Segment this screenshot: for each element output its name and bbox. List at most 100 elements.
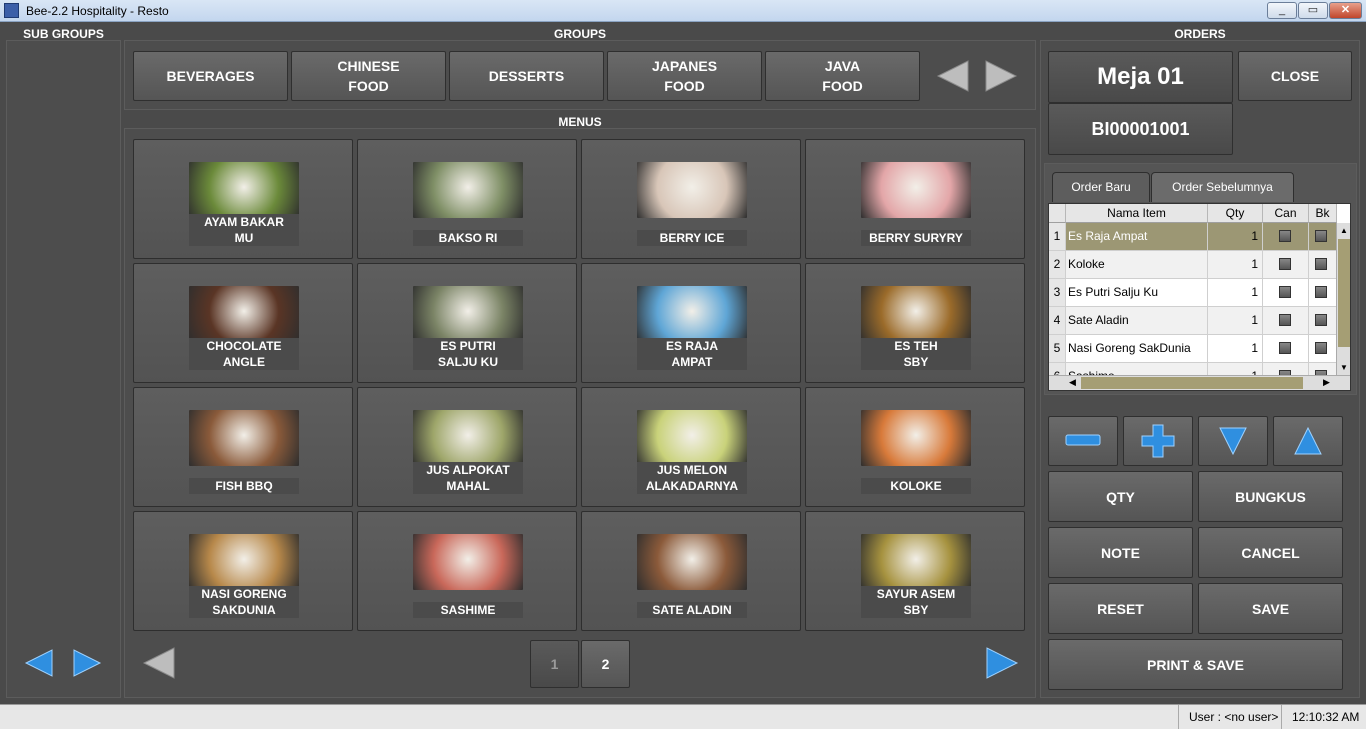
cancel-checkbox[interactable] <box>1279 230 1291 242</box>
column-header-can[interactable]: Can <box>1263 204 1309 223</box>
status-user: User : <no user> <box>1189 710 1279 724</box>
menu-item-bakso-ri[interactable]: BAKSO RI <box>357 139 577 259</box>
order-row[interactable]: 4 Sate Aladin 1 <box>1049 307 1337 335</box>
menus-title: MENUS <box>558 115 602 129</box>
page-1-button[interactable]: 1 <box>530 640 579 688</box>
row-number: 4 <box>1049 307 1066 334</box>
bungkus-checkbox[interactable] <box>1315 230 1327 242</box>
menu-item-photo <box>861 534 971 590</box>
menu-item-berry-suryry[interactable]: BERRY SURYRY <box>805 139 1025 259</box>
column-header-qty[interactable]: Qty <box>1208 204 1263 223</box>
arrow-right-icon <box>73 649 102 677</box>
column-header-bk[interactable]: Bk <box>1309 204 1337 223</box>
move-up-button[interactable] <box>1273 416 1343 466</box>
bungkus-checkbox[interactable] <box>1315 286 1327 298</box>
cancel-checkbox[interactable] <box>1279 258 1291 270</box>
arrow-up-icon <box>1294 426 1322 455</box>
menu-item-label: ES PUTRI SALJU KU <box>413 338 523 370</box>
close-button[interactable]: CLOSE <box>1238 51 1352 101</box>
qty-button[interactable]: QTY <box>1048 471 1193 522</box>
scroll-up-icon[interactable]: ▲ <box>1340 226 1348 235</box>
order-row[interactable]: 1 Es Raja Ampat 1 <box>1049 223 1337 251</box>
increase-button[interactable] <box>1123 416 1193 466</box>
cancel-checkbox[interactable] <box>1279 314 1291 326</box>
menu-item-ayam-bakar-mu[interactable]: AYAM BAKAR MU <box>133 139 353 259</box>
menu-item-sate-aladin[interactable]: SATE ALADIN <box>581 511 801 631</box>
arrow-left-icon <box>24 649 53 677</box>
groups-next-button[interactable] <box>984 59 1018 93</box>
menu-item-fish-bbq[interactable]: FISH BBQ <box>133 387 353 507</box>
row-qty: 1 <box>1208 223 1263 250</box>
menu-item-photo <box>413 534 523 590</box>
group-java-food-button[interactable]: JAVA FOOD <box>765 51 920 101</box>
menu-item-label: SASHIME <box>413 602 523 618</box>
cancel-checkbox[interactable] <box>1279 286 1291 298</box>
vertical-scroll-thumb[interactable] <box>1338 239 1350 347</box>
order-row[interactable]: 3 Es Putri Salju Ku 1 <box>1049 279 1337 307</box>
menu-item-es-raja-ampat[interactable]: ES RAJA AMPAT <box>581 263 801 383</box>
row-bungkus-cell <box>1309 223 1337 250</box>
reset-button[interactable]: RESET <box>1048 583 1193 634</box>
bungkus-button[interactable]: BUNGKUS <box>1198 471 1343 522</box>
subgroup-next-button[interactable] <box>72 648 102 678</box>
row-qty: 1 <box>1208 307 1263 334</box>
menu-item-es-teh-sby[interactable]: ES TEH SBY <box>805 263 1025 383</box>
arrow-right-icon <box>986 647 1019 679</box>
menu-item-jus-alpokat-mahal[interactable]: JUS ALPOKAT MAHAL <box>357 387 577 507</box>
groups-prev-button[interactable] <box>936 59 970 93</box>
maximize-button[interactable]: ▭ <box>1298 2 1328 19</box>
print-save-button[interactable]: PRINT & SAVE <box>1048 639 1343 690</box>
cancel-button[interactable]: CANCEL <box>1198 527 1343 578</box>
menu-item-jus-melon-alakadarnya[interactable]: JUS MELON ALAKADARNYA <box>581 387 801 507</box>
group-desserts-button[interactable]: DESSERTS <box>449 51 604 101</box>
menu-item-berry-ice[interactable]: BERRY ICE <box>581 139 801 259</box>
group-chinese-food-button[interactable]: CHINESE FOOD <box>291 51 446 101</box>
order-number-label: BI00001001 <box>1048 103 1233 155</box>
window-close-button[interactable]: ✕ <box>1329 2 1362 19</box>
arrow-left-icon <box>936 60 969 92</box>
menu-item-nasi-goreng-sakdunia[interactable]: NASI GORENG SAKDUNIA <box>133 511 353 631</box>
vertical-scrollbar[interactable]: ▲ ▼ <box>1336 223 1350 376</box>
move-down-button[interactable] <box>1198 416 1268 466</box>
menu-item-sayur-asem-sby[interactable]: SAYUR ASEM SBY <box>805 511 1025 631</box>
row-number: 2 <box>1049 251 1066 278</box>
menu-item-label: SATE ALADIN <box>637 602 747 618</box>
order-row[interactable]: 5 Nasi Goreng SakDunia 1 <box>1049 335 1337 363</box>
note-button[interactable]: NOTE <box>1048 527 1193 578</box>
minimize-button[interactable]: _ <box>1267 2 1297 19</box>
horizontal-scrollbar[interactable]: ◀ ▶ <box>1049 375 1350 390</box>
column-header-nama-item[interactable]: Nama Item <box>1066 204 1208 223</box>
tab-order-baru[interactable]: Order Baru <box>1052 172 1150 202</box>
group-beverages-button[interactable]: BEVERAGES <box>133 51 288 101</box>
save-button[interactable]: SAVE <box>1198 583 1343 634</box>
group-japanes-food-button[interactable]: JAPANES FOOD <box>607 51 762 101</box>
bungkus-checkbox[interactable] <box>1315 258 1327 270</box>
tab-order-sebelumnya[interactable]: Order Sebelumnya <box>1151 172 1294 202</box>
cancel-checkbox[interactable] <box>1279 342 1291 354</box>
row-number: 3 <box>1049 279 1066 306</box>
menu-item-chocolate-angle[interactable]: CHOCOLATE ANGLE <box>133 263 353 383</box>
menu-item-photo <box>413 410 523 466</box>
menus-prev-button[interactable] <box>142 646 176 680</box>
order-row[interactable]: 2 Koloke 1 <box>1049 251 1337 279</box>
bungkus-checkbox[interactable] <box>1315 342 1327 354</box>
menu-item-label: ES TEH SBY <box>861 338 971 370</box>
decrease-button[interactable] <box>1048 416 1118 466</box>
menu-item-koloke[interactable]: KOLOKE <box>805 387 1025 507</box>
subgroup-prev-button[interactable] <box>24 648 54 678</box>
menu-item-photo <box>189 162 299 218</box>
sub-groups-panel <box>6 40 121 698</box>
horizontal-scroll-thumb[interactable] <box>1081 377 1303 389</box>
page-2-button[interactable]: 2 <box>581 640 630 688</box>
scroll-down-icon[interactable]: ▼ <box>1340 363 1348 372</box>
menu-item-label: NASI GORENG SAKDUNIA <box>189 586 299 618</box>
scroll-right-icon[interactable]: ▶ <box>1323 377 1330 388</box>
table-corner <box>1049 204 1066 223</box>
scroll-left-icon[interactable]: ◀ <box>1069 377 1076 388</box>
menu-item-photo <box>861 162 971 218</box>
menus-next-button[interactable] <box>985 646 1019 680</box>
menu-item-sashime[interactable]: SASHIME <box>357 511 577 631</box>
menu-item-es-putri-salju-ku[interactable]: ES PUTRI SALJU KU <box>357 263 577 383</box>
row-bungkus-cell <box>1309 279 1337 306</box>
bungkus-checkbox[interactable] <box>1315 314 1327 326</box>
